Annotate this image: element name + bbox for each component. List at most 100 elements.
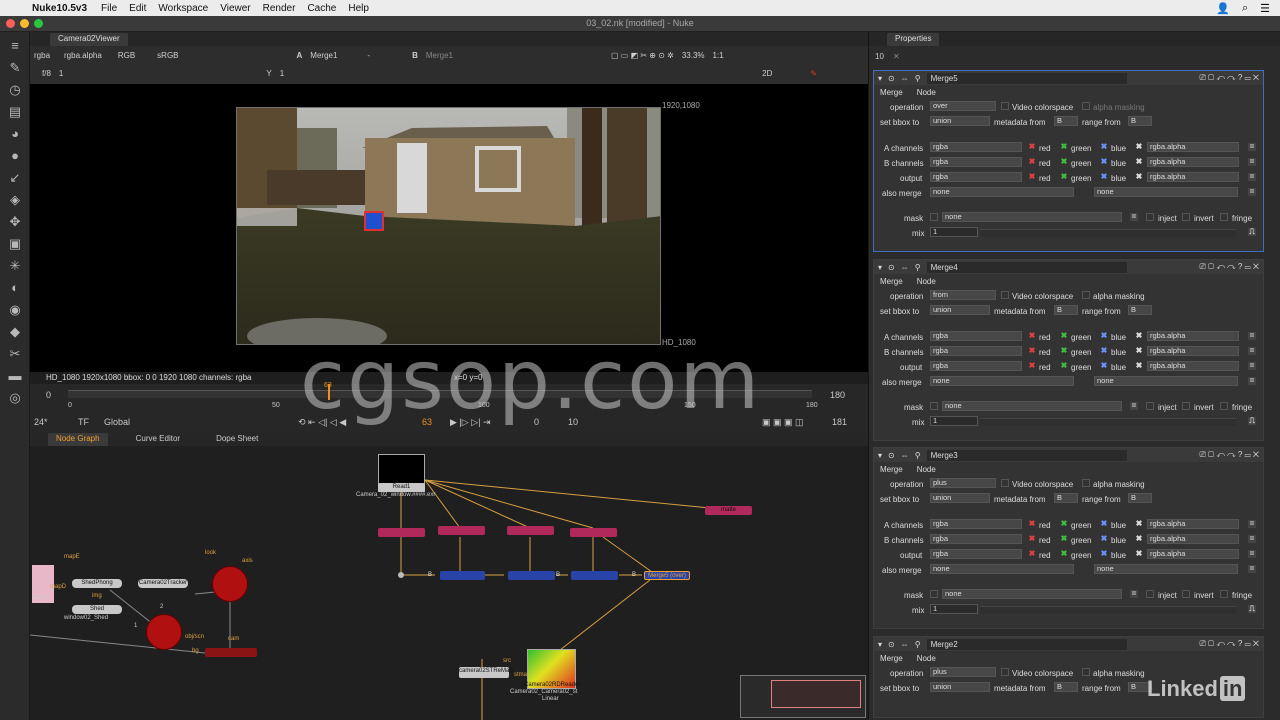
blue-channel-checkbox[interactable]: ✖ [1100, 535, 1108, 543]
blue-channel-checkbox[interactable]: ✖ [1100, 158, 1108, 166]
also-merge-dropdown[interactable]: none [930, 376, 1074, 386]
ratio-dropdown[interactable]: 1:1 [709, 51, 728, 60]
operation-dropdown[interactable]: from [930, 290, 996, 300]
green-channel-checkbox[interactable]: ✖ [1060, 362, 1068, 370]
gamma-field[interactable]: 1 [276, 69, 288, 78]
operation-dropdown[interactable]: plus [930, 478, 996, 488]
float-icon[interactable]: ⇔ [901, 263, 909, 272]
composite-dropdown[interactable]: - [363, 51, 374, 60]
alpha-channel-checkbox[interactable]: ✖ [1135, 520, 1143, 528]
green-channel-checkbox[interactable]: ✖ [1060, 332, 1068, 340]
also-merge-link-button[interactable]: = [1248, 188, 1256, 196]
alpha-channel-dropdown[interactable]: rgba.alpha [1147, 361, 1239, 371]
menu-render[interactable]: Render [257, 3, 302, 14]
green-channel-checkbox[interactable]: ✖ [1060, 158, 1068, 166]
alpha-channel-checkbox[interactable]: ✖ [1135, 550, 1143, 558]
video-colorspace-checkbox[interactable] [1001, 479, 1009, 487]
alpha-masking-checkbox[interactable] [1082, 102, 1090, 110]
input-b-dropdown[interactable]: Merge1 [422, 51, 457, 60]
node-icon[interactable]: ⊙ [888, 640, 895, 649]
metadata-dropdown[interactable]: B [1054, 493, 1078, 503]
fps-dropdown[interactable]: 24* [34, 417, 48, 427]
invert-checkbox[interactable] [1182, 402, 1190, 410]
inject-checkbox[interactable] [1146, 590, 1154, 598]
video-colorspace-checkbox[interactable] [1001, 668, 1009, 676]
also-merge-dropdown-2[interactable]: none [1094, 187, 1238, 197]
mask-dropdown[interactable]: none [942, 589, 1122, 599]
also-merge-dropdown-2[interactable]: none [1094, 376, 1238, 386]
blue-channel-checkbox[interactable]: ✖ [1100, 347, 1108, 355]
red-channel-checkbox[interactable]: ✖ [1028, 535, 1036, 543]
transform-icon[interactable]: ✥ [7, 214, 23, 230]
shader-node[interactable]: ShedPhong [72, 579, 122, 588]
stmap-node[interactable]: camera02STReMap [459, 667, 513, 678]
channel-link-button[interactable]: = [1248, 143, 1256, 151]
channel-dropdown[interactable]: rgba [930, 549, 1022, 559]
mask-dropdown[interactable]: none [942, 212, 1122, 222]
channel-link-button[interactable]: = [1248, 362, 1256, 370]
alpha-masking-checkbox[interactable] [1082, 668, 1090, 676]
channel-dropdown[interactable]: rgba [930, 361, 1022, 371]
viewer-viewport[interactable]: 1920,1080 HD_1080 [30, 84, 868, 372]
mix-field[interactable]: 1 [930, 416, 978, 426]
alpha-channel-checkbox[interactable]: ✖ [1135, 332, 1143, 340]
merge1-node[interactable] [440, 571, 485, 580]
bbox-dropdown[interactable]: union [930, 493, 990, 503]
mix-field[interactable]: 1 [930, 604, 978, 614]
camera-node[interactable] [212, 566, 248, 602]
mask-checkbox[interactable] [930, 213, 938, 221]
other-icon[interactable]: ▬ [7, 368, 23, 384]
also-merge-link-button[interactable]: = [1248, 377, 1256, 385]
alpha-masking-checkbox[interactable] [1082, 479, 1090, 487]
panel-node-name[interactable]: Merge4 [926, 261, 1127, 273]
green-channel-checkbox[interactable]: ✖ [1060, 550, 1068, 558]
alpha-channel-dropdown[interactable]: rgba.alpha [1147, 549, 1239, 559]
channel-dropdown[interactable]: rgba [930, 346, 1022, 356]
reader-node-label[interactable]: Camera02RDReader [524, 682, 580, 688]
green-channel-checkbox[interactable]: ✖ [1060, 143, 1068, 151]
mask-dropdown[interactable]: none [942, 401, 1122, 411]
channel-dropdown[interactable]: rgba [930, 534, 1022, 544]
merge5-node-selected[interactable]: Merge5 (over) [644, 571, 690, 580]
channel-link-button[interactable]: = [1248, 520, 1256, 528]
pin-icon[interactable]: ⚲ [915, 263, 921, 272]
tab-merge[interactable]: Merge [880, 465, 903, 474]
node-icon[interactable]: ⊙ [888, 263, 895, 272]
menu-cache[interactable]: Cache [301, 3, 342, 14]
zoom-dropdown[interactable]: 33.3% [678, 51, 709, 60]
read-node[interactable]: Read1 [378, 483, 425, 492]
alpha-masking-checkbox[interactable] [1082, 291, 1090, 299]
collapse-icon[interactable]: ▾ [878, 74, 882, 83]
shed-node[interactable]: Shed [72, 605, 122, 614]
alpha-channel-checkbox[interactable]: ✖ [1135, 362, 1143, 370]
channel-dropdown[interactable]: rgba [930, 157, 1022, 167]
blue-channel-checkbox[interactable]: ✖ [1100, 520, 1108, 528]
alpha-channel-checkbox[interactable]: ✖ [1135, 535, 1143, 543]
toolsets-icon[interactable]: ✂ [7, 346, 23, 362]
mask-checkbox[interactable] [930, 402, 938, 410]
also-merge-link-button[interactable]: = [1248, 565, 1256, 573]
alpha-channel-dropdown[interactable]: rgba.alpha [1147, 519, 1239, 529]
channel-link-button[interactable]: = [1248, 158, 1256, 166]
roi-icon[interactable]: ▢ ▭ ◩ ✂ ⊕ ⊙ ✲ [607, 51, 678, 60]
mix-slider[interactable] [980, 606, 1236, 614]
fringe-checkbox[interactable] [1220, 213, 1228, 221]
red-channel-checkbox[interactable]: ✖ [1028, 158, 1036, 166]
blue-channel-checkbox[interactable]: ✖ [1100, 550, 1108, 558]
channel-dropdown[interactable]: rgba [930, 331, 1022, 341]
invert-checkbox[interactable] [1182, 590, 1190, 598]
channel-dropdown[interactable]: rgba [930, 142, 1022, 152]
timeline-start[interactable]: 0 [46, 390, 51, 400]
pin-icon[interactable]: ⚲ [915, 451, 921, 460]
alpha-channel-checkbox[interactable]: ✖ [1135, 173, 1143, 181]
tab-node[interactable]: Node [917, 88, 936, 97]
furnace-icon[interactable]: ◎ [7, 390, 23, 406]
red-channel-checkbox[interactable]: ✖ [1028, 332, 1036, 340]
minimap-view-rect[interactable] [771, 680, 861, 708]
clear-panels-icon[interactable]: ✕ [893, 52, 900, 61]
shuffle-node-2[interactable] [438, 526, 485, 535]
search-icon[interactable]: ⌕ [1242, 2, 1248, 15]
shuffle-node-3[interactable] [507, 526, 554, 535]
fringe-checkbox[interactable] [1220, 590, 1228, 598]
menu-list-icon[interactable]: ☰ [1260, 2, 1270, 15]
